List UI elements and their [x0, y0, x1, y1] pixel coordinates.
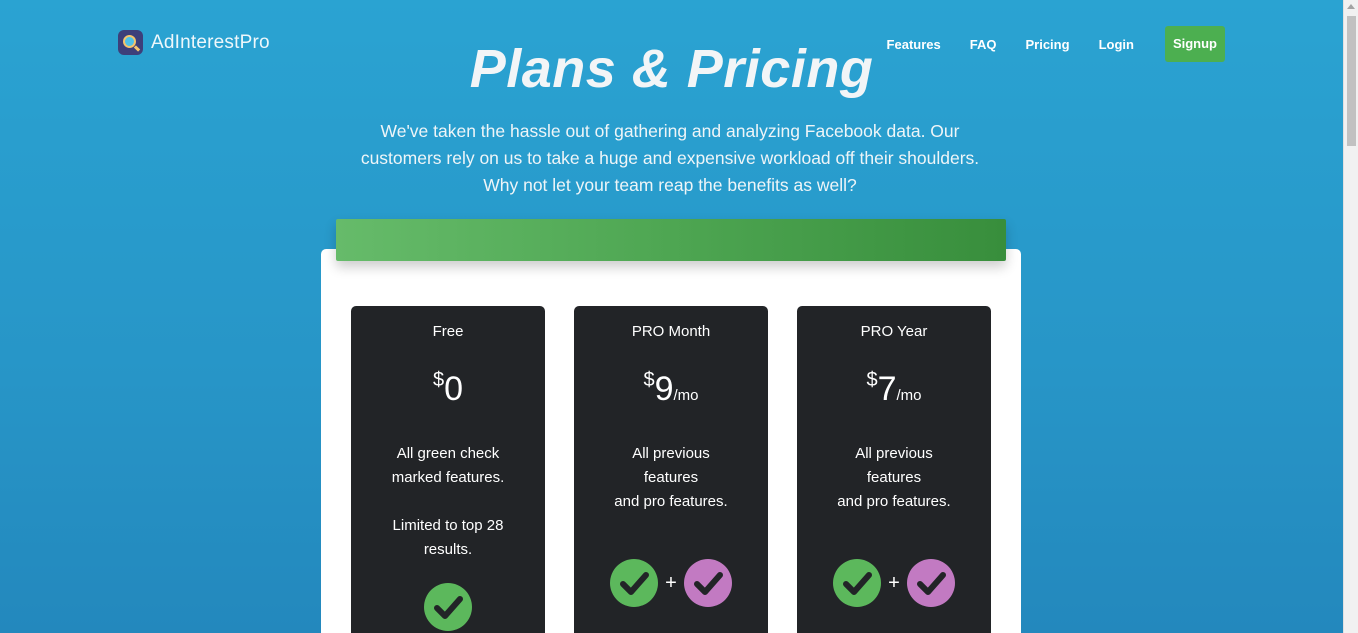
price-currency: $	[866, 369, 878, 391]
green-check-icon	[610, 559, 659, 607]
subtitle-line: Why not let your team reap the benefits …	[483, 175, 857, 195]
vertical-scrollbar[interactable]	[1343, 0, 1358, 633]
page-title: Plans & Pricing	[469, 39, 874, 99]
subtitle-line: customers rely on us to take a huge and …	[360, 148, 980, 168]
desc-line: All previous	[855, 445, 933, 462]
scrollbar-thumb[interactable]	[1347, 16, 1356, 146]
desc-line: features	[866, 469, 922, 486]
plan-card-pro-year: PRO Year $7/mo All previous features and…	[797, 306, 991, 633]
plan-card-pro-month: PRO Month $9/mo All previous features an…	[574, 306, 768, 633]
plan-description: All previous features and pro features.	[574, 442, 768, 514]
plan-price: $7/mo	[797, 360, 991, 416]
scroll-up-arrow-icon[interactable]	[1347, 4, 1355, 9]
subtitle-line: We've taken the hassle out of gathering …	[380, 121, 960, 141]
plus-symbol: +	[665, 571, 677, 594]
desc-line: results.	[423, 541, 473, 558]
price-period: /mo	[896, 387, 922, 404]
plan-name: PRO Year	[860, 323, 928, 340]
page-subtitle: We've taken the hassle out of gathering …	[300, 118, 1040, 199]
plan-price: $9/mo	[574, 360, 768, 416]
plan-price: $0	[351, 360, 545, 416]
desc-line: and pro features.	[614, 493, 728, 510]
plan-description: All green check marked features. Limited…	[351, 442, 545, 562]
price-amount: 7	[877, 370, 897, 408]
plan-name: PRO Month	[631, 323, 711, 340]
desc-line: and pro features.	[837, 493, 951, 510]
plan-card-free: Free $0 All green check marked features.…	[351, 306, 545, 633]
feature-checks	[351, 583, 545, 631]
green-check-icon	[424, 583, 472, 631]
price-currency: $	[432, 369, 445, 391]
green-check-icon	[833, 559, 882, 607]
plus-symbol: +	[888, 571, 900, 594]
purple-check-icon	[683, 559, 732, 607]
price-amount: 9	[654, 370, 674, 408]
desc-line: All previous	[632, 445, 710, 462]
desc-line: All green check	[396, 445, 500, 462]
price-amount: 0	[444, 370, 464, 408]
purple-check-icon	[906, 559, 955, 607]
pricing-header-bar	[336, 219, 1006, 261]
desc-line: Limited to top 28	[392, 517, 504, 534]
feature-checks: +	[574, 559, 768, 607]
plan-name: Free	[432, 323, 464, 340]
plan-description: All previous features and pro features.	[797, 442, 991, 514]
price-currency: $	[643, 369, 655, 391]
price-period: /mo	[673, 387, 699, 404]
feature-checks: +	[797, 559, 991, 607]
desc-line: features	[643, 469, 699, 486]
desc-line: marked features.	[391, 469, 505, 486]
